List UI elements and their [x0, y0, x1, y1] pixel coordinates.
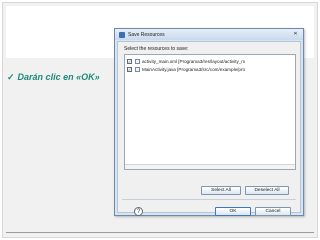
dialog-titlebar[interactable]: Save Resources ✕ — [115, 29, 303, 40]
slide-bullet: ✓ Darán clic en «OK» — [7, 72, 100, 83]
resources-list: ✓ activity_main.xml [Programa3/res/layou… — [124, 54, 296, 170]
cancel-button[interactable]: Cancel — [255, 207, 291, 216]
divider — [122, 199, 296, 200]
resource-label: activity_main.xml [Programa3/res/layout/… — [142, 59, 246, 64]
dialog-body: Select the resources to save: ✓ activity… — [117, 41, 301, 216]
help-icon[interactable]: ? — [134, 207, 143, 216]
select-all-button[interactable]: Select All — [201, 186, 241, 195]
xml-file-icon — [135, 59, 140, 64]
save-resources-dialog: Save Resources ✕ Select the resources to… — [114, 28, 304, 216]
list-item[interactable]: ✓ MainActivity.java [Programa3/src/com/e… — [127, 66, 245, 73]
horizontal-scrollbar[interactable] — [125, 164, 295, 169]
slide-footer-line — [6, 232, 314, 233]
dialog-title: Save Resources — [128, 31, 165, 38]
java-file-icon — [135, 67, 140, 72]
dialog-prompt: Select the resources to save: — [124, 46, 189, 52]
list-item[interactable]: ✓ activity_main.xml [Programa3/res/layou… — [127, 58, 245, 65]
bullet-text: Darán clic en «OK» — [17, 72, 100, 82]
checkmark-icon: ✓ — [7, 72, 15, 82]
resource-checkbox[interactable]: ✓ — [127, 67, 132, 72]
ok-button[interactable]: OK — [215, 207, 251, 216]
resource-label: MainActivity.java [Programa3/src/com/exa… — [142, 67, 246, 72]
deselect-all-button[interactable]: Deselect All — [245, 186, 289, 195]
eclipse-window-icon — [119, 31, 125, 38]
resource-checkbox[interactable]: ✓ — [127, 59, 132, 64]
close-icon[interactable]: ✕ — [291, 31, 300, 38]
